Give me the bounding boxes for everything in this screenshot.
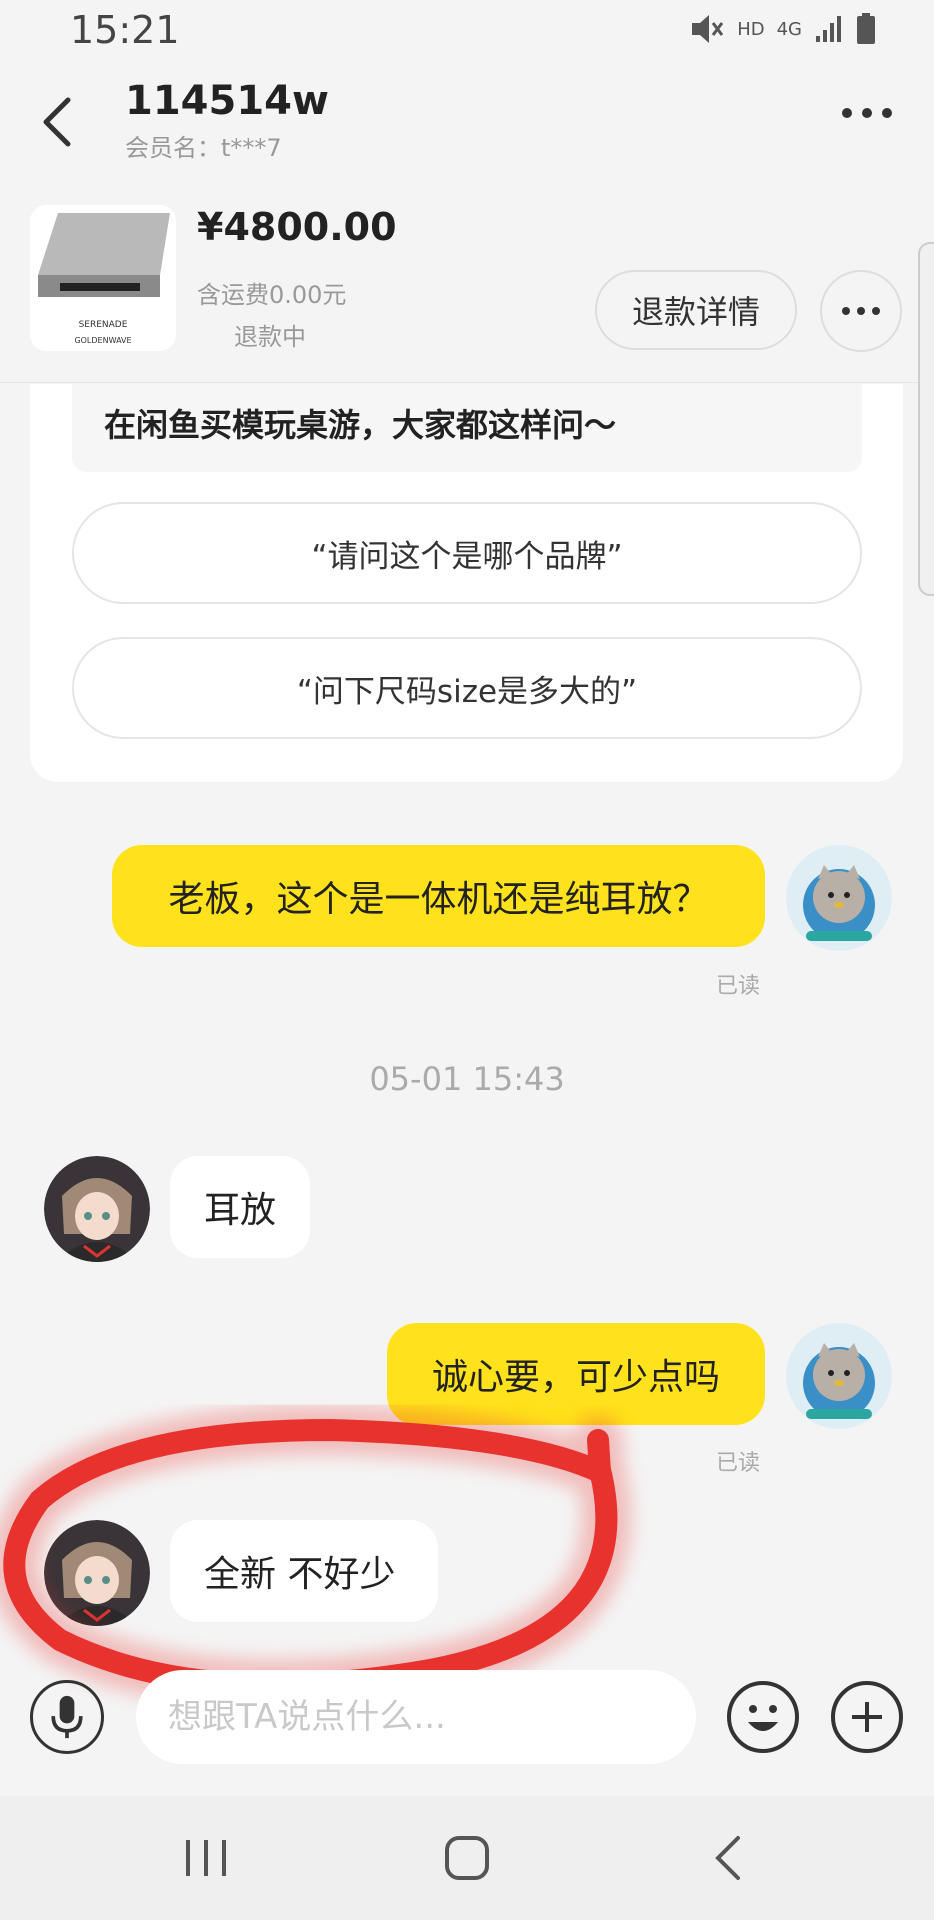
suggestion-question[interactable]: “请问这个是哪个品牌”: [72, 502, 862, 604]
product-more-button[interactable]: [820, 270, 902, 352]
recents-icon[interactable]: [176, 1830, 236, 1886]
order-state: 退款中: [234, 323, 306, 351]
message-bubble-received[interactable]: 耳放: [170, 1156, 310, 1258]
battery-icon: [857, 13, 875, 44]
member-name: 会员名：t***7: [125, 134, 282, 162]
mute-icon: [692, 15, 724, 43]
mic-icon[interactable]: [30, 1680, 104, 1754]
nav-back-icon[interactable]: [700, 1830, 760, 1886]
annotation-circle: [0, 1404, 632, 1710]
back-icon[interactable]: [38, 92, 78, 152]
my-avatar[interactable]: [786, 845, 892, 951]
product-image-text-2: GOLDENWAVE: [74, 336, 131, 345]
read-status: 已读: [716, 974, 761, 999]
suggestion-question[interactable]: “问下尺码size是多大的”: [72, 637, 862, 739]
product-shipping: 含运费0.00元: [197, 281, 347, 309]
network-label: 4G: [776, 18, 802, 40]
emoji-icon[interactable]: [726, 1680, 800, 1754]
product-image[interactable]: SERENADE GOLDENWAVE: [30, 205, 176, 351]
chat-title: 114514w: [125, 78, 329, 124]
product-image-text-1: SERENADE: [79, 320, 128, 330]
read-status: 已读: [716, 1451, 761, 1476]
refund-details-button[interactable]: 退款详情: [595, 270, 797, 350]
message-timestamp: 05-01 15:43: [369, 1060, 565, 1098]
product-price: ¥4800.00: [197, 205, 397, 249]
message-bubble-sent[interactable]: 老板，这个是一体机还是纯耳放？: [112, 845, 765, 947]
home-icon[interactable]: [437, 1830, 497, 1886]
status-time: 15:21: [70, 8, 180, 52]
my-avatar[interactable]: [786, 1323, 892, 1429]
status-icons: HD 4G: [689, 12, 876, 46]
hd-label: HD: [737, 18, 765, 40]
signal-icon: [816, 16, 841, 42]
scrollbar[interactable]: [918, 242, 934, 596]
plus-icon[interactable]: [830, 1680, 904, 1754]
seller-avatar[interactable]: [44, 1156, 150, 1262]
message-input[interactable]: [136, 1670, 696, 1764]
suggestion-title: 在闲鱼买模玩桌游，大家都这样问～: [104, 406, 617, 444]
more-icon[interactable]: [842, 108, 892, 118]
